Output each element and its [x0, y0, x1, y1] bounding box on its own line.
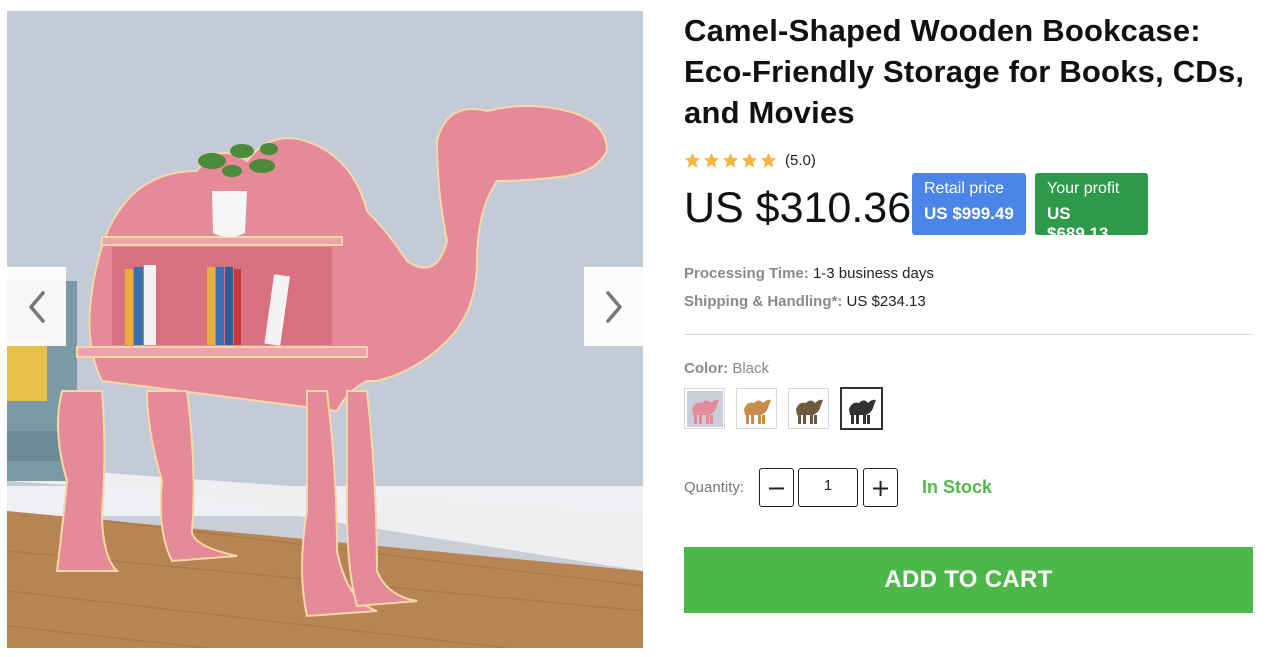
- processing-time: Processing Time: 1-3 business days: [684, 265, 934, 282]
- product-rating: (5.0): [684, 152, 816, 169]
- star-icon: [760, 152, 777, 168]
- quantity-label: Quantity:: [684, 479, 745, 496]
- add-to-cart-button[interactable]: ADD TO CART: [684, 547, 1253, 613]
- profit-label: Your profit: [1047, 180, 1120, 197]
- star-icon: [703, 152, 720, 168]
- quantity-input[interactable]: [798, 468, 858, 507]
- profit-value: US $689.13: [1047, 204, 1109, 243]
- product-title: Camel-Shaped Wooden Bookcase: Eco-Friend…: [684, 13, 1245, 130]
- camel-thumbnail-icon: [790, 390, 827, 427]
- color-swatch-black[interactable]: [840, 387, 883, 430]
- rating-value: (5.0): [785, 152, 816, 169]
- color-swatch-natural[interactable]: [736, 388, 777, 429]
- color-swatches: [684, 387, 894, 430]
- profit-badge: Your profit US $689.13: [1035, 173, 1148, 243]
- product-image-gallery: [7, 11, 643, 648]
- camel-thumbnail-icon: [843, 390, 880, 427]
- processing-time-value: 1-3 business days: [812, 265, 934, 282]
- star-icon: [684, 152, 701, 168]
- star-icon: [741, 152, 758, 168]
- color-selected-value: Black: [732, 360, 770, 377]
- camel-thumbnail-icon: [738, 390, 775, 427]
- quantity-increase-button[interactable]: +: [863, 468, 898, 507]
- divider: [684, 334, 1253, 335]
- shipping-handling: Shipping & Handling*: US $234.13: [684, 293, 926, 310]
- processing-time-label: Processing Time:: [684, 265, 809, 282]
- stock-status: In Stock: [922, 477, 993, 497]
- star-icon: [722, 152, 739, 168]
- retail-price-value: US $999.49: [924, 204, 1014, 223]
- color-label: Color:: [684, 360, 729, 377]
- color-selection-label: Color: Black: [684, 360, 769, 377]
- next-image-button[interactable]: [584, 267, 643, 346]
- product-price: US $310.36: [684, 184, 912, 232]
- retail-price-badge: Retail price US $999.49: [912, 173, 1026, 235]
- previous-image-button[interactable]: [7, 267, 66, 346]
- shipping-handling-value: US $234.13: [846, 293, 926, 310]
- quantity-decrease-button[interactable]: −: [759, 468, 794, 507]
- color-swatch-pink[interactable]: [684, 388, 725, 429]
- camel-thumbnail-icon: [686, 390, 723, 427]
- product-image: [7, 11, 643, 648]
- retail-price-label: Retail price: [924, 180, 1005, 197]
- chevron-left-icon: [28, 290, 45, 323]
- shipping-handling-label: Shipping & Handling*:: [684, 293, 843, 310]
- chevron-right-icon: [605, 290, 622, 323]
- color-swatch-dark-wood[interactable]: [788, 388, 829, 429]
